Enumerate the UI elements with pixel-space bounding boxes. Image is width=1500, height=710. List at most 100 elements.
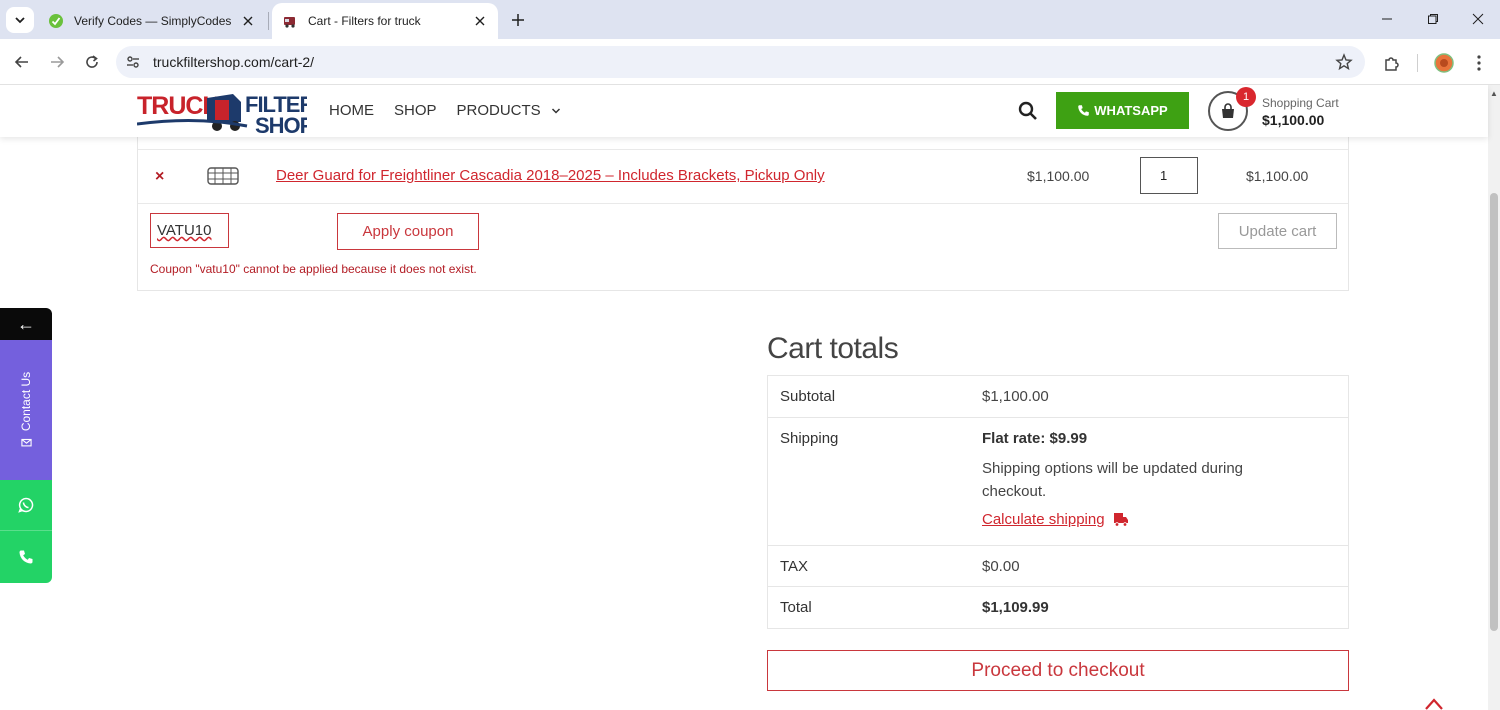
tab-title: Cart - Filters for truck — [308, 14, 421, 28]
more-vertical-icon — [1477, 55, 1481, 71]
apply-coupon-button[interactable]: Apply coupon — [337, 213, 479, 250]
contact-us-label: Contact Us — [19, 371, 33, 432]
calculate-shipping-label: Calculate shipping — [982, 511, 1105, 528]
bookmark-star-icon[interactable] — [1335, 53, 1353, 71]
coupon-code-value: VATU10 — [157, 222, 212, 239]
restore-icon — [1428, 14, 1438, 24]
close-icon[interactable] — [470, 11, 490, 31]
side-whatsapp-button[interactable] — [0, 480, 52, 531]
tab-separator — [268, 12, 269, 30]
nav-products-label: PRODUCTS — [456, 102, 541, 119]
site-info-icon[interactable] — [124, 53, 142, 71]
extensions-button[interactable] — [1381, 52, 1403, 74]
calculate-shipping-link[interactable]: Calculate shipping — [982, 511, 1129, 528]
subtotal-value: $1,100.00 — [982, 388, 1049, 405]
minimize-button[interactable] — [1364, 0, 1410, 38]
truck-filter-shop-logo[interactable]: TRUCK FILTER SHOP — [137, 88, 307, 136]
url-text: truckfiltershop.com/cart-2/ — [153, 54, 315, 70]
nav-home-link[interactable]: HOME — [329, 102, 374, 119]
side-widget-collapse-button[interactable]: ← — [0, 308, 52, 340]
shipping-label: Shipping — [780, 430, 839, 447]
product-name-link[interactable]: Deer Guard for Freightliner Cascadia 201… — [276, 167, 825, 184]
browser-toolbar: truckfiltershop.com/cart-2/ — [0, 39, 1500, 85]
search-icon[interactable] — [1018, 101, 1038, 121]
reload-button[interactable] — [78, 48, 106, 76]
arrow-left-icon — [14, 56, 28, 68]
tab-verify-codes[interactable]: Verify Codes — SimplyCodes — [38, 3, 266, 39]
tab-search-button[interactable] — [6, 7, 34, 33]
envelope-icon — [20, 438, 32, 447]
row-separator — [138, 203, 1348, 204]
total-value: $1,109.99 — [982, 599, 1049, 616]
side-phone-button[interactable] — [0, 531, 52, 583]
shipping-row: Shipping Flat rate: $9.99 Shipping optio… — [768, 417, 1348, 545]
total-row: Total $1,109.99 — [768, 586, 1348, 628]
cart-header-total[interactable]: $1,100.00 — [1262, 112, 1324, 128]
new-tab-button[interactable] — [506, 8, 530, 32]
tab-title: Verify Codes — SimplyCodes — [74, 14, 232, 28]
page-viewport: × Deer Guard for Freightliner Cascadia 2… — [0, 85, 1500, 710]
shopping-bag-icon — [1222, 103, 1234, 118]
subtotal-row: Subtotal $1,100.00 — [768, 376, 1348, 417]
product-price: $1,100.00 — [1027, 168, 1090, 184]
whatsapp-button[interactable]: WHATSAPP — [1056, 92, 1189, 129]
product-thumbnail[interactable] — [205, 165, 241, 187]
tax-label: TAX — [780, 558, 809, 575]
shipping-note: Shipping options will be updated during … — [982, 460, 1244, 500]
quantity-input[interactable]: 1 — [1140, 157, 1198, 194]
scroll-up-arrow[interactable]: ▲ — [1490, 89, 1498, 98]
cart-totals-heading: Cart totals — [767, 332, 899, 365]
phone-icon — [19, 550, 33, 564]
update-cart-button[interactable]: Update cart — [1218, 213, 1337, 249]
chevron-down-icon — [15, 17, 25, 24]
chevron-down-icon — [551, 107, 560, 114]
close-window-button[interactable] — [1455, 0, 1500, 38]
profile-avatar[interactable] — [1433, 52, 1455, 74]
shipping-rate: Flat rate: $9.99 — [982, 430, 1088, 447]
nav-shop-link[interactable]: SHOP — [394, 102, 437, 119]
tax-value: $0.00 — [982, 558, 1020, 575]
cart-count-badge: 1 — [1236, 87, 1256, 107]
whatsapp-label: WHATSAPP — [1094, 103, 1168, 118]
forward-button[interactable] — [43, 48, 71, 76]
coupon-error-message: Coupon "vatu10" cannot be applied becaus… — [150, 262, 477, 276]
scroll-to-top-icon[interactable] — [1424, 697, 1444, 710]
cart-label[interactable]: Shopping Cart — [1262, 96, 1339, 110]
coupon-code-input[interactable]: VATU10 — [150, 213, 229, 248]
contact-us-label-group: Contact Us — [19, 372, 33, 448]
browser-menu-button[interactable] — [1468, 52, 1490, 74]
address-bar[interactable]: truckfiltershop.com/cart-2/ — [116, 46, 1365, 78]
tax-row: TAX $0.00 — [768, 545, 1348, 586]
toolbar-divider — [1417, 54, 1418, 72]
minimize-icon — [1382, 18, 1392, 20]
main-nav: HOME SHOP PRODUCTS — [329, 102, 561, 119]
arrow-right-icon — [51, 56, 65, 68]
plus-icon — [512, 14, 524, 26]
total-label: Total — [780, 599, 812, 616]
close-icon — [1472, 13, 1484, 25]
nav-products-link[interactable]: PRODUCTS — [457, 102, 561, 119]
logo-shop-text: SHOP — [255, 113, 307, 136]
reload-icon — [86, 55, 98, 68]
cart-totals-table: Subtotal $1,100.00 Shipping Flat rate: $… — [767, 375, 1349, 629]
avatar-icon — [1434, 53, 1454, 73]
remove-item-button[interactable]: × — [155, 168, 164, 186]
browser-tabbar: Verify Codes — SimplyCodes Cart - Filter… — [0, 0, 1500, 39]
puzzle-icon — [1385, 57, 1399, 71]
site-header: TRUCK FILTER SHOP HOME SHOP PRODUCTS WHA… — [0, 85, 1488, 137]
logo-truck-grille — [215, 100, 229, 120]
phone-icon — [1078, 105, 1090, 116]
page-scrollbar-thumb[interactable] — [1490, 193, 1498, 631]
contact-us-tab[interactable]: Contact Us — [0, 340, 52, 480]
tab-cart[interactable]: Cart - Filters for truck — [272, 3, 498, 39]
truck-icon — [1113, 513, 1128, 527]
proceed-to-checkout-button[interactable]: Proceed to checkout — [767, 650, 1349, 691]
close-icon[interactable] — [238, 11, 258, 31]
truck-favicon-icon — [284, 17, 295, 28]
back-button[interactable] — [8, 48, 36, 76]
simplycodes-favicon-icon — [49, 14, 63, 28]
subtotal-label: Subtotal — [780, 388, 836, 405]
restore-button[interactable] — [1410, 0, 1456, 38]
whatsapp-icon — [18, 497, 34, 513]
row-separator — [138, 149, 1348, 150]
